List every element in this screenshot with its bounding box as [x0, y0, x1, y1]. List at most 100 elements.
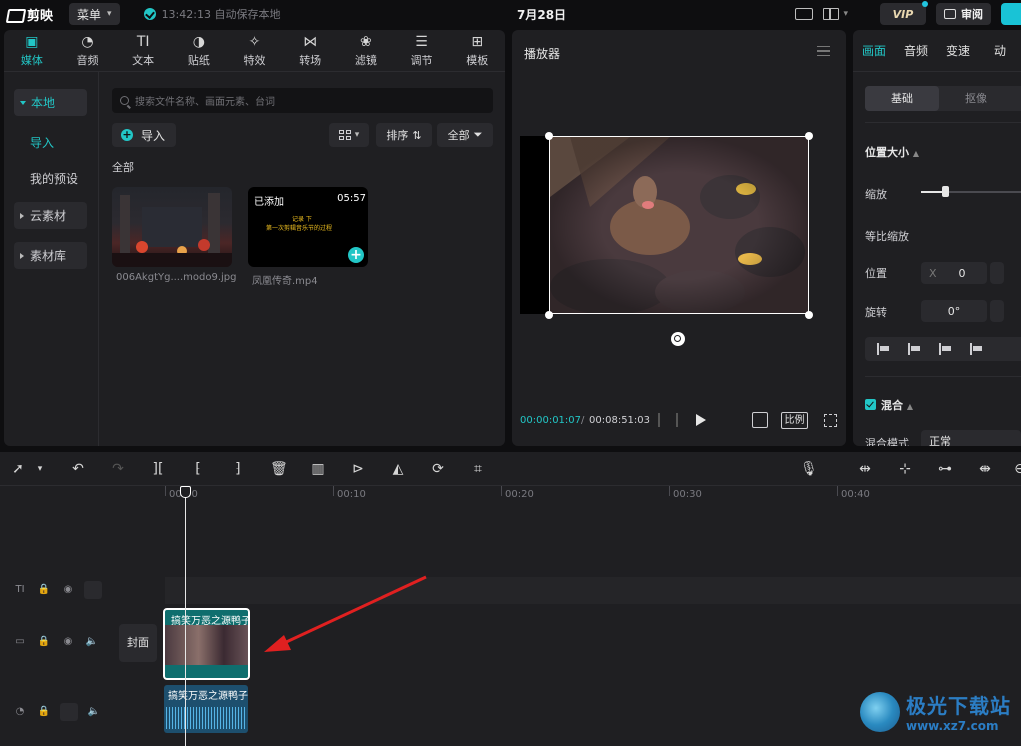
nav-library[interactable]: 素材库 — [14, 242, 87, 269]
audio-clip[interactable]: 搞笑万恶之源鸭子 — [164, 685, 248, 733]
tab-media[interactable]: ▣ 媒体 — [4, 30, 60, 71]
eye-icon[interactable]: ◉ — [60, 583, 76, 597]
position-size-heading[interactable]: 位置大小 ▲ — [865, 144, 919, 160]
fit-view-icon[interactable] — [752, 412, 768, 428]
tab-adjust[interactable]: ☰ 调节 — [394, 30, 450, 71]
resize-handle[interactable] — [545, 132, 553, 140]
keyboard-shortcuts-icon[interactable] — [795, 8, 814, 20]
trim-right-icon[interactable]: ⁆ — [230, 461, 246, 477]
import-button[interactable]: + 导入 — [112, 123, 176, 147]
position-x-field[interactable]: X 0 — [921, 262, 987, 284]
video-duration: 05:57 — [337, 193, 366, 204]
player-title: 播放器 — [524, 47, 561, 61]
eye-icon[interactable]: ◉ — [60, 635, 76, 649]
zoom-out-icon[interactable]: ⊖ — [1012, 461, 1021, 477]
fullscreen-icon[interactable] — [824, 414, 837, 427]
blend-mode-select[interactable]: 正常 — [921, 430, 1021, 446]
nav-import[interactable]: 导入 — [30, 134, 54, 151]
trim-left-icon[interactable]: ⁅ — [190, 461, 206, 477]
media-thumbnail-video[interactable]: 已添加 05:57 记录 下 第一次剪辑音乐节的过程 + — [248, 187, 368, 267]
video-clip[interactable]: 搞笑万恶之源鸭子 — [163, 608, 250, 680]
tab-speed[interactable]: 变速 — [937, 42, 979, 59]
vip-button[interactable]: VIP — [880, 1, 928, 25]
view-mode-button[interactable]: ▾ — [329, 123, 369, 147]
cover-button[interactable]: 封面 — [119, 624, 157, 662]
lock-icon[interactable]: 🔒 — [36, 635, 52, 649]
review-button[interactable]: 审阅 — [936, 3, 991, 25]
app-logo: 剪映 — [7, 5, 53, 24]
align-left-icon[interactable] — [877, 343, 891, 355]
tab-picture[interactable]: 画面 — [853, 42, 895, 59]
sort-button[interactable]: 排序 ⇅ — [376, 123, 432, 147]
freeze-icon[interactable]: ▥ — [310, 461, 326, 477]
select-cursor-icon[interactable]: ➚ — [10, 461, 26, 477]
snap-icon[interactable]: ⊹ — [897, 461, 913, 477]
rotation-stepper[interactable] — [990, 300, 1004, 322]
blend-heading[interactable]: 混合 ▲ — [881, 397, 913, 413]
tab-effects[interactable]: ✧ 特效 — [227, 30, 283, 71]
nav-cloud[interactable]: 云素材 — [14, 202, 87, 229]
lock-icon[interactable]: 🔒 — [36, 583, 52, 597]
playhead-handle[interactable] — [180, 486, 191, 498]
rotation-field[interactable]: 0° — [921, 300, 987, 322]
rotate-icon[interactable] — [671, 332, 685, 346]
scale-label: 缩放 — [865, 188, 887, 201]
delete-icon[interactable]: 🗑 — [270, 461, 288, 477]
resize-handle[interactable] — [805, 132, 813, 140]
volume-icon[interactable]: 🔈 — [86, 705, 102, 719]
linkage-icon[interactable]: ⊶ — [937, 461, 953, 477]
undo-icon[interactable]: ↶ — [70, 461, 86, 477]
export-button[interactable] — [1001, 3, 1021, 25]
mirror-icon[interactable]: ◭ — [390, 461, 406, 477]
tab-text[interactable]: TI 文本 — [115, 30, 171, 71]
scale-slider-knob[interactable] — [942, 186, 949, 197]
playhead-line[interactable] — [185, 488, 186, 746]
tab-animation[interactable]: 动 — [979, 42, 1021, 59]
chevron-down-icon[interactable]: ▾ — [32, 461, 48, 477]
align-right-icon[interactable] — [939, 343, 953, 355]
timeline-ruler[interactable]: 00:00 00:10 00:20 00:30 00:40 — [165, 486, 1021, 504]
track-option-box[interactable] — [84, 581, 102, 599]
resize-handle[interactable] — [545, 311, 553, 319]
volume-icon[interactable]: 🔈 — [84, 635, 100, 649]
divider — [865, 122, 1021, 123]
position-x-stepper[interactable] — [990, 262, 1004, 284]
preview-axis-icon[interactable]: ⇼ — [977, 461, 993, 477]
tab-filter[interactable]: ❀ 滤镜 — [338, 30, 394, 71]
tab-template[interactable]: ⊞ 模板 — [449, 30, 505, 71]
media-thumbnail-image[interactable] — [112, 187, 232, 267]
media-search-input[interactable]: 搜索文件名称、画面元素、台词 — [112, 88, 493, 113]
tab-audio[interactable]: ◔ 音频 — [60, 30, 116, 71]
align-center-icon[interactable] — [908, 343, 922, 355]
microphone-icon[interactable]: 🎙 — [800, 461, 818, 477]
track-option-box[interactable] — [60, 703, 78, 721]
segment-cutout[interactable]: 抠像 — [939, 86, 1013, 111]
split-icon[interactable]: ][ — [150, 461, 166, 477]
filter-button[interactable]: 全部 ⏷ — [437, 123, 493, 147]
tab-sticker[interactable]: ◑ 贴纸 — [171, 30, 227, 71]
ratio-button[interactable]: 比例 — [781, 412, 808, 429]
lock-icon[interactable]: 🔒 — [36, 705, 52, 719]
reverse-play-icon[interactable]: ⊳ — [350, 461, 366, 477]
nav-local[interactable]: 本地 — [14, 89, 87, 116]
menu-button[interactable]: 菜单 ▾ — [69, 3, 120, 25]
play-icon[interactable] — [696, 414, 706, 426]
waveform-icon[interactable] — [658, 413, 678, 427]
redo-icon[interactable]: ↷ — [110, 461, 126, 477]
link-main-track-icon[interactable]: ⇹ — [857, 461, 873, 477]
tab-audio-props[interactable]: 音频 — [895, 42, 937, 59]
rotate-clip-icon[interactable]: ⟳ — [430, 461, 446, 477]
video-preview[interactable] — [549, 136, 809, 314]
layout-button[interactable]: ▾ — [823, 8, 848, 20]
add-to-timeline-icon[interactable]: + — [348, 247, 364, 263]
resize-handle[interactable] — [805, 311, 813, 319]
menu-icon[interactable] — [817, 46, 830, 56]
segment-basic[interactable]: 基础 — [865, 86, 939, 111]
blend-checkbox[interactable] — [865, 399, 876, 410]
tab-transition[interactable]: ⋈ 转场 — [282, 30, 338, 71]
crop-icon[interactable]: ⌗ — [470, 461, 486, 477]
nav-presets[interactable]: 我的预设 — [30, 170, 78, 187]
align-top-icon[interactable] — [970, 343, 984, 355]
text-track[interactable] — [165, 577, 1021, 604]
text-icon: TI — [136, 33, 150, 50]
